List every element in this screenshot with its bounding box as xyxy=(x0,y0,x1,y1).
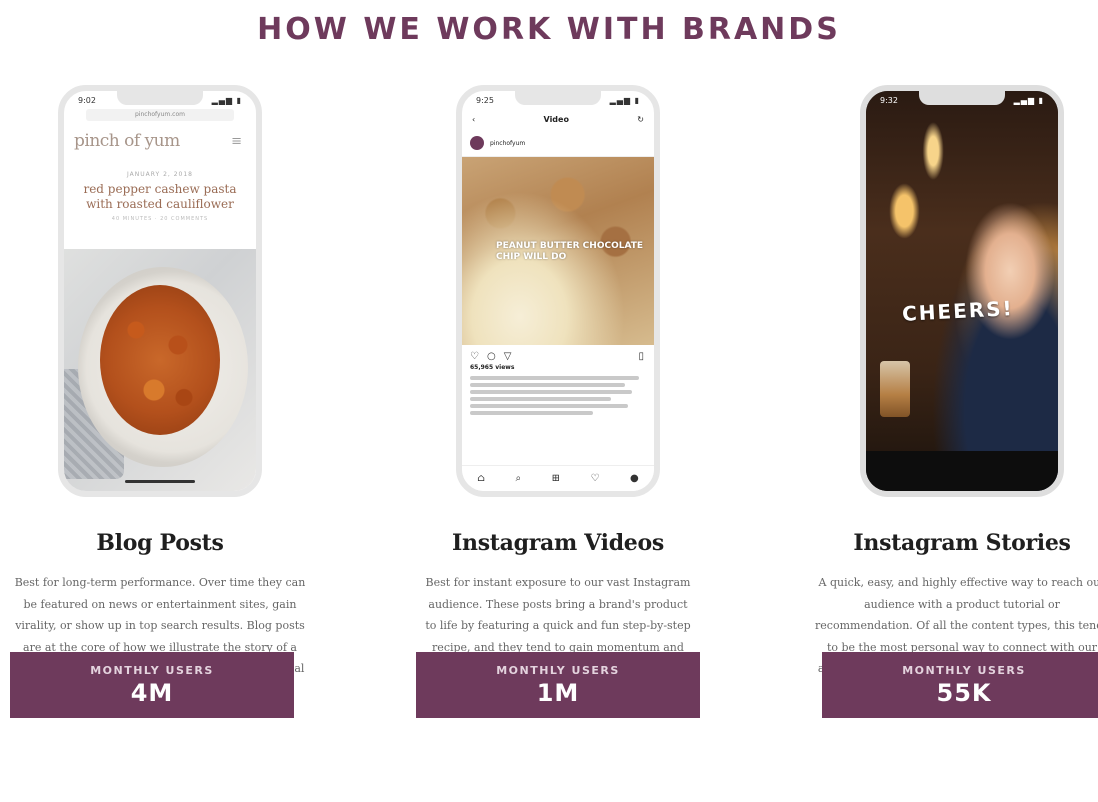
avatar xyxy=(470,136,484,150)
stat-box-instagram-videos: MONTHLY USERS 1M xyxy=(416,652,700,718)
blog-post-date: JANUARY 2, 2018 xyxy=(126,171,193,178)
caption-text-lines xyxy=(462,371,654,420)
instagram-username: pinchofyum xyxy=(490,139,526,147)
refresh-icon: ↻ xyxy=(637,115,644,124)
phone-notch xyxy=(117,91,203,105)
heart-icon: ♡ xyxy=(470,351,479,362)
phone-notch xyxy=(515,91,601,105)
share-icon: ▽ xyxy=(503,351,512,362)
add-post-icon: ⊞ xyxy=(551,473,560,484)
blog-post-title: red pepper cashew pasta with roasted cau… xyxy=(83,182,237,211)
profile-icon: ● xyxy=(630,473,639,484)
back-arrow-icon: ‹ xyxy=(472,115,476,124)
stat-label: MONTHLY USERS xyxy=(902,664,1026,677)
offering-title: Instagram Stories xyxy=(853,530,1071,556)
blog-logo: pinch of yum xyxy=(74,131,180,151)
comment-icon: ○ xyxy=(486,351,496,362)
heart-icon: ♡ xyxy=(590,473,600,484)
stat-value: 4M xyxy=(130,679,174,707)
phone-notch xyxy=(919,91,1005,105)
story-photo xyxy=(866,91,1058,491)
drink-cup-image xyxy=(880,361,910,417)
instagram-tab-bar: ⌂ ⌕ ⊞ ♡ ● xyxy=(462,465,654,491)
phone-mockup-stories: CHEERS! 9:32 ▂▄▆ ▮ xyxy=(860,85,1064,497)
offering-instagram-stories: CHEERS! 9:32 ▂▄▆ ▮ Instagram Stories A q… xyxy=(812,85,1098,701)
signal-icon: ▂▄▆ ▮ xyxy=(609,95,640,105)
offering-title: Blog Posts xyxy=(96,530,224,556)
signal-icon: ▂▄▆ ▮ xyxy=(211,95,242,105)
pasta-image xyxy=(100,285,220,435)
stat-label: MONTHLY USERS xyxy=(90,664,214,677)
browser-url-bar: pinchofyum.com xyxy=(86,109,234,121)
status-time: 9:02 xyxy=(78,95,96,105)
instagram-post-header: pinchofyum xyxy=(462,130,654,157)
stat-label: MONTHLY USERS xyxy=(496,664,620,677)
stat-value: 55K xyxy=(936,679,992,707)
phone-mockup-blog: 9:02 ▂▄▆ ▮ pinchofyum.com pinch of yum ≡… xyxy=(58,85,262,497)
offering-instagram-videos: 9:25 ▂▄▆ ▮ ‹ Video ↻ pinchofyum PEANUT B… xyxy=(408,85,708,680)
stat-box-blog: MONTHLY USERS 4M xyxy=(10,652,294,718)
hamburger-menu-icon: ≡ xyxy=(231,133,242,149)
signal-icon: ▂▄▆ ▮ xyxy=(1013,95,1044,105)
search-icon: ⌕ xyxy=(515,473,522,484)
instagram-nav: ‹ Video ↻ xyxy=(462,109,654,130)
stat-value: 1M xyxy=(536,679,580,707)
home-indicator xyxy=(125,480,195,483)
status-time: 9:32 xyxy=(880,95,898,105)
instagram-actions: ♡ ○ ▽ ▯ xyxy=(462,345,654,364)
stat-box-instagram-stories: MONTHLY USERS 55K xyxy=(822,652,1098,718)
home-icon: ⌂ xyxy=(477,473,485,484)
bookmark-icon: ▯ xyxy=(638,351,644,362)
video-overlay-text: PEANUT BUTTER CHOCOLATE CHIP WILL DO xyxy=(496,241,644,262)
status-time: 9:25 xyxy=(476,95,494,105)
phone-mockup-instagram: 9:25 ▂▄▆ ▮ ‹ Video ↻ pinchofyum PEANUT B… xyxy=(456,85,660,497)
view-count: 65,965 views xyxy=(470,364,515,371)
page-title: HOW WE WORK WITH BRANDS xyxy=(257,12,841,47)
instagram-video: PEANUT BUTTER CHOCOLATE CHIP WILL DO xyxy=(462,157,654,345)
offering-blog-posts: 9:02 ▂▄▆ ▮ pinchofyum.com pinch of yum ≡… xyxy=(10,85,310,701)
blog-post-photo xyxy=(64,249,256,491)
screen-title: Video xyxy=(543,115,569,124)
blog-header: pinch of yum ≡ xyxy=(64,121,256,157)
story-bottom-bar xyxy=(866,451,1058,491)
offering-title: Instagram Videos xyxy=(452,530,664,556)
blog-post-meta: 40 MINUTES · 20 COMMENTS xyxy=(111,216,209,222)
